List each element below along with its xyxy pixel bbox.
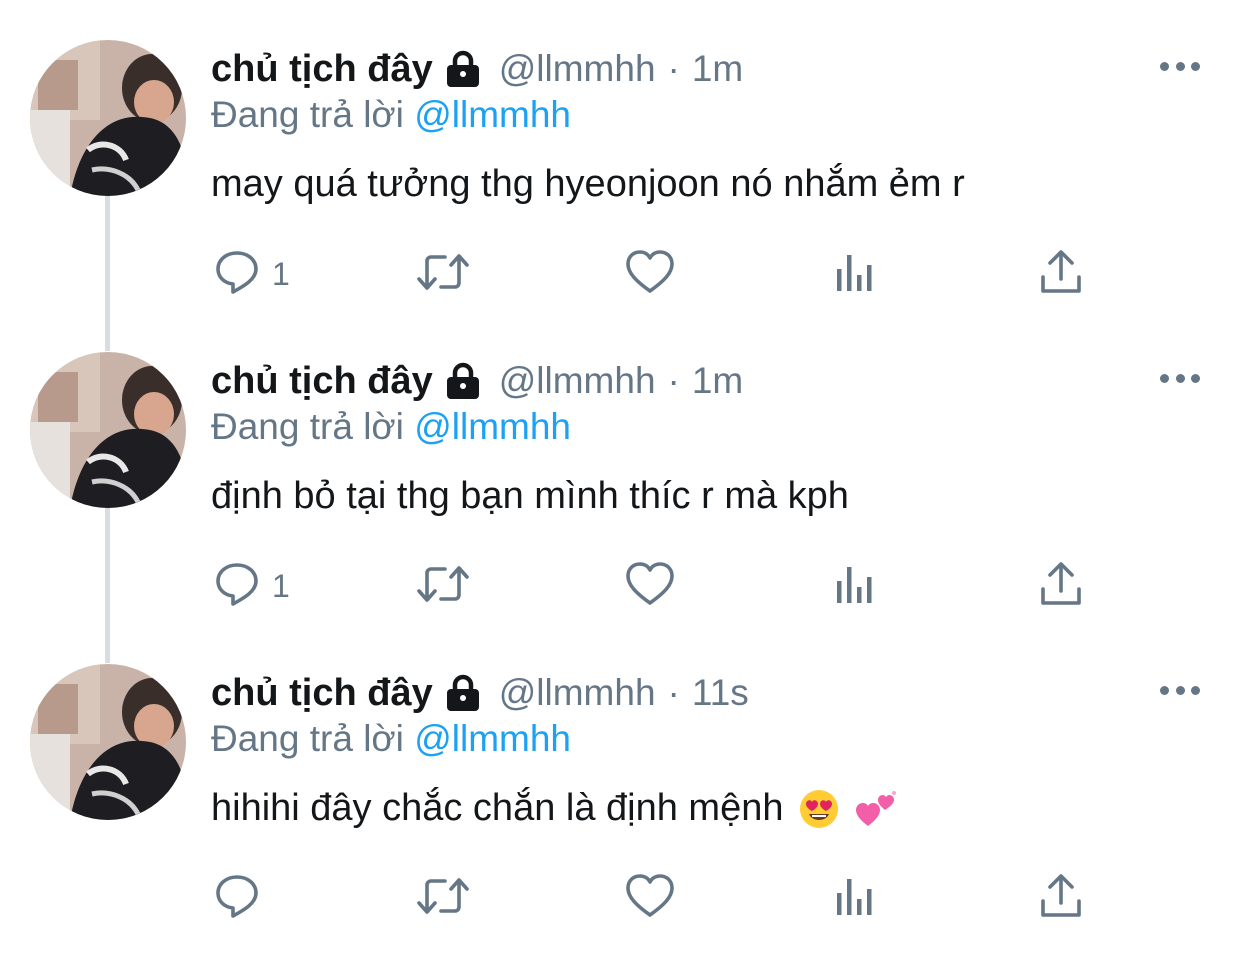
tweet-actions: 1 [0, 246, 1242, 302]
like-button[interactable] [624, 246, 676, 302]
like-icon [624, 247, 676, 302]
tweet[interactable]: chủ tịch đây @llmmhh · 1m Đang trả lời @… [0, 0, 1242, 312]
retweet-icon [415, 559, 471, 614]
separator-dot: · [667, 360, 680, 401]
retweet-button[interactable] [415, 246, 471, 302]
mention-link[interactable]: @llmmhh [414, 718, 571, 759]
lock-icon [443, 49, 483, 89]
display-name[interactable]: chủ tịch đây [211, 672, 433, 715]
separator-dot: · [667, 672, 680, 713]
analytics-icon [833, 871, 879, 926]
tweet-thread: chủ tịch đây @llmmhh · 1m Đang trả lời @… [0, 0, 1242, 960]
share-icon [1037, 871, 1085, 926]
smiling-face-with-heart-eyes-emoji [798, 788, 840, 830]
tweet-header: chủ tịch đây @llmmhh · 11s [211, 668, 749, 718]
analytics-icon [833, 559, 879, 614]
avatar[interactable] [30, 40, 186, 196]
tweet-actions [0, 870, 1242, 926]
tweet-text-content: định bỏ tại thg bạn mình thíc r mà kph [211, 475, 849, 517]
replying-to: Đang trả lời @llmmhh [211, 94, 571, 136]
analytics-button[interactable] [833, 870, 879, 926]
display-name[interactable]: chủ tịch đây [211, 48, 433, 91]
retweet-icon [415, 871, 471, 926]
replying-to-label: Đang trả lời [211, 406, 404, 447]
two-hearts-emoji [854, 788, 898, 830]
avatar[interactable] [30, 352, 186, 508]
lock-icon [443, 361, 483, 401]
analytics-button[interactable] [833, 558, 879, 614]
tweet-text: may quá tưởng thg hyeonjoon nó nhắm ẻm r [211, 163, 965, 206]
reply-button[interactable]: 1 [212, 246, 290, 302]
separator-dot: · [667, 48, 680, 89]
username[interactable]: @llmmhh [499, 48, 656, 90]
timestamp[interactable]: 11s [692, 672, 749, 714]
tweet[interactable]: chủ tịch đây @llmmhh · 11s Đang trả lời … [0, 624, 1242, 936]
tweet-text: định bỏ tại thg bạn mình thíc r mà kph [211, 475, 849, 518]
tweet-actions: 1 [0, 558, 1242, 614]
mention-link[interactable]: @llmmhh [414, 94, 571, 135]
reply-button[interactable] [212, 870, 262, 926]
share-icon [1037, 247, 1085, 302]
reply-button[interactable]: 1 [212, 558, 290, 614]
share-button[interactable] [1037, 558, 1085, 614]
replying-to-label: Đang trả lời [211, 718, 404, 759]
avatar[interactable] [30, 664, 186, 820]
display-name[interactable]: chủ tịch đây [211, 360, 433, 403]
tweet-header: chủ tịch đây @llmmhh · 1m [211, 44, 743, 94]
more-icon[interactable] [1160, 682, 1200, 698]
share-button[interactable] [1037, 870, 1085, 926]
like-button[interactable] [624, 870, 676, 926]
analytics-icon [833, 247, 879, 302]
tweet-header: chủ tịch đây @llmmhh · 1m [211, 356, 743, 406]
like-button[interactable] [624, 558, 676, 614]
timestamp[interactable]: 1m [692, 48, 743, 90]
retweet-button[interactable] [415, 558, 471, 614]
replying-to: Đang trả lời @llmmhh [211, 406, 571, 448]
share-button[interactable] [1037, 246, 1085, 302]
reply-icon [212, 559, 262, 614]
reply-count: 1 [272, 255, 290, 292]
like-icon [624, 871, 676, 926]
tweet-text: hihihi đây chắc chắn là định mệnh [211, 787, 898, 830]
mention-link[interactable]: @llmmhh [414, 406, 571, 447]
replying-to-label: Đang trả lời [211, 94, 404, 135]
reply-icon [212, 871, 262, 926]
timestamp[interactable]: 1m [692, 360, 743, 402]
username[interactable]: @llmmhh [499, 672, 656, 714]
more-icon[interactable] [1160, 58, 1200, 74]
tweet-text-content: hihihi đây chắc chắn là định mệnh [211, 787, 784, 829]
reply-count: 1 [272, 567, 290, 604]
more-icon[interactable] [1160, 370, 1200, 386]
retweet-icon [415, 247, 471, 302]
share-icon [1037, 559, 1085, 614]
username[interactable]: @llmmhh [499, 360, 656, 402]
like-icon [624, 559, 676, 614]
retweet-button[interactable] [415, 870, 471, 926]
replying-to: Đang trả lời @llmmhh [211, 718, 571, 760]
tweet-text-content: may quá tưởng thg hyeonjoon nó nhắm ẻm r [211, 163, 965, 205]
analytics-button[interactable] [833, 246, 879, 302]
tweet[interactable]: chủ tịch đây @llmmhh · 1m Đang trả lời @… [0, 312, 1242, 624]
lock-icon [443, 673, 483, 713]
reply-icon [212, 247, 262, 302]
